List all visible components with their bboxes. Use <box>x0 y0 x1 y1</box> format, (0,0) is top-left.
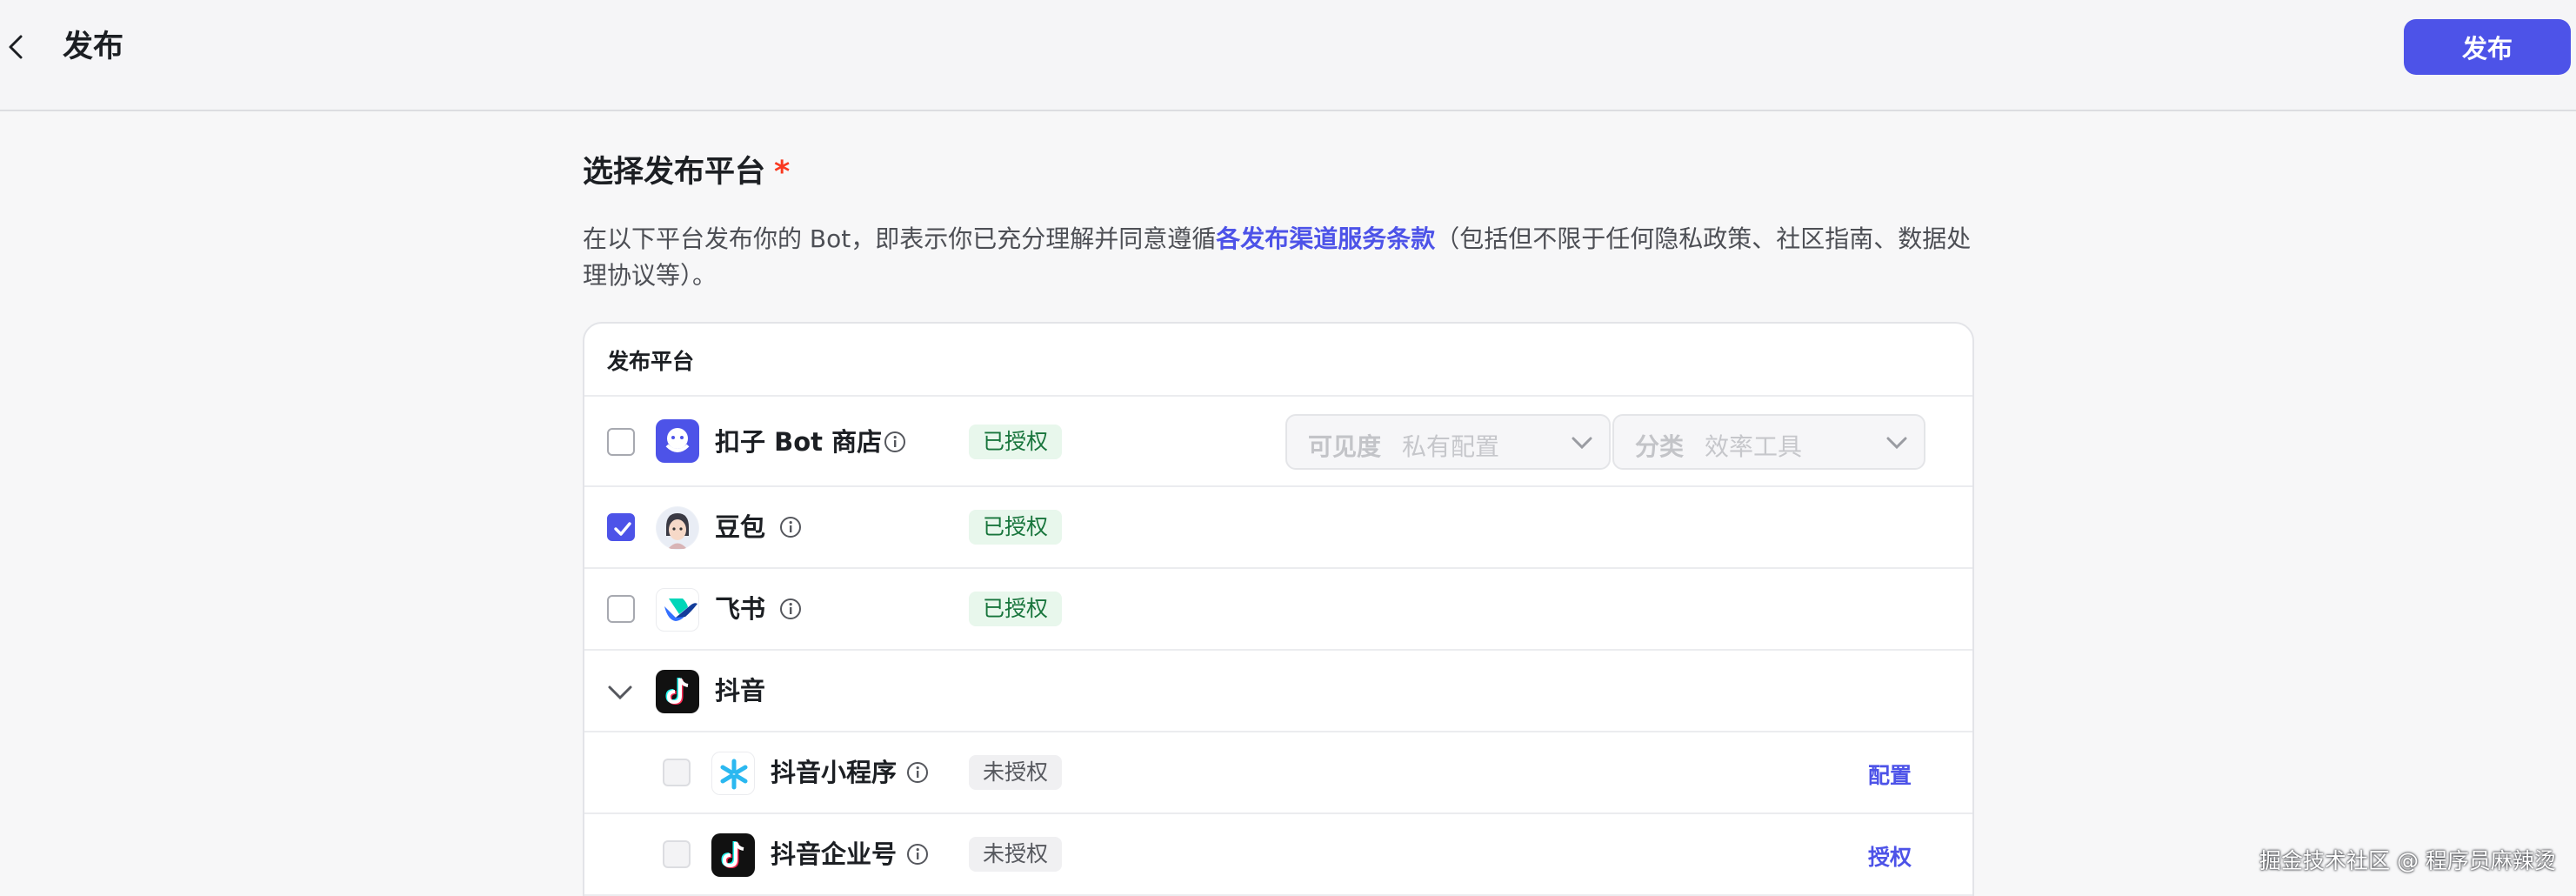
category-select[interactable]: 分类 效率工具 <box>1612 414 1925 470</box>
visibility-value: 私有配置 <box>1402 432 1500 461</box>
coze-checkbox[interactable] <box>607 428 635 456</box>
platform-group-douyin[interactable]: 抖音 <box>584 651 1972 732</box>
platform-row-coze: 扣子 Bot 商店 已授权 可见度 私有配置 分类 效率工具 <box>584 397 1972 487</box>
feishu-logo-icon <box>656 588 699 632</box>
douyin-enterprise-name: 抖音企业号 <box>771 839 898 869</box>
douyin-enterprise-info-icon[interactable] <box>906 843 929 866</box>
coze-logo-icon <box>656 419 699 463</box>
douyin-enterprise-status-badge: 未授权 <box>969 837 1063 872</box>
authorize-link[interactable]: 授权 <box>1868 840 1912 872</box>
category-label: 分类 <box>1635 432 1685 461</box>
douyin-logo-icon <box>656 670 699 713</box>
back-arrow-icon[interactable] <box>3 31 28 63</box>
platform-row-feishu: 飞书 已授权 <box>584 569 1972 651</box>
coze-info-icon[interactable] <box>884 431 906 453</box>
douyin-miniapp-logo-icon <box>711 752 755 795</box>
terms-text-before: 在以下平台发布你的 Bot，即表示你已充分理解并同意遵循 <box>583 224 1217 253</box>
douyin-enterprise-checkbox[interactable] <box>663 840 691 868</box>
platform-row-douyin-miniapp: 抖音小程序 未授权 配置 <box>584 732 1972 814</box>
required-mark: * <box>774 155 791 190</box>
visibility-label: 可见度 <box>1308 432 1382 461</box>
check-icon <box>614 522 631 536</box>
doubao-info-icon[interactable] <box>779 516 802 538</box>
terms-description: 在以下平台发布你的 Bot，即表示你已充分理解并同意遵循各发布渠道服务条款（包括… <box>583 221 1974 294</box>
platform-table: 发布平台 扣子 Bot 商店 已授权 可见度 私有配置 分类 效率工具 豆包 已… <box>583 322 1974 896</box>
collapse-chevron-icon[interactable] <box>607 684 633 701</box>
visibility-select[interactable]: 可见度 私有配置 <box>1285 414 1611 470</box>
douyin-name: 抖音 <box>715 676 766 705</box>
doubao-name: 豆包 <box>715 512 766 542</box>
feishu-name: 飞书 <box>715 594 766 624</box>
doubao-status-badge: 已授权 <box>969 510 1063 545</box>
doubao-logo-icon <box>656 506 699 550</box>
chevron-down-icon <box>1572 437 1592 450</box>
category-value: 效率工具 <box>1705 432 1803 461</box>
douyin-miniapp-info-icon[interactable] <box>906 761 929 784</box>
page-title: 发布 <box>63 30 124 64</box>
feishu-status-badge: 已授权 <box>969 592 1063 626</box>
coze-status-badge: 已授权 <box>969 425 1063 459</box>
douyin-miniapp-name: 抖音小程序 <box>771 758 898 787</box>
platform-row-doubao: 豆包 已授权 <box>584 487 1972 569</box>
watermark: 掘金技术社区 @ 程序员麻辣烫 <box>2259 848 2556 873</box>
chevron-down-icon <box>1886 437 1907 450</box>
terms-link[interactable]: 各发布渠道服务条款 <box>1216 224 1435 253</box>
section-title: 选择发布平台 * <box>583 151 790 193</box>
top-bar: 发布 发布 <box>0 0 2576 111</box>
coze-name: 扣子 Bot 商店 <box>715 427 883 457</box>
publish-button[interactable]: 发布 <box>2404 19 2571 75</box>
doubao-checkbox[interactable] <box>607 513 635 541</box>
table-header: 发布平台 <box>584 324 1972 397</box>
section-title-text: 选择发布平台 <box>583 155 766 190</box>
douyin-miniapp-checkbox[interactable] <box>663 759 691 786</box>
douyin-miniapp-status-badge: 未授权 <box>969 755 1063 790</box>
platform-row-douyin-enterprise: 抖音企业号 未授权 授权 <box>584 814 1972 896</box>
douyin-enterprise-logo-icon <box>711 833 755 877</box>
feishu-checkbox[interactable] <box>607 595 635 623</box>
feishu-info-icon[interactable] <box>779 598 802 620</box>
configure-link[interactable]: 配置 <box>1868 759 1912 790</box>
table-header-label: 发布平台 <box>607 349 695 374</box>
